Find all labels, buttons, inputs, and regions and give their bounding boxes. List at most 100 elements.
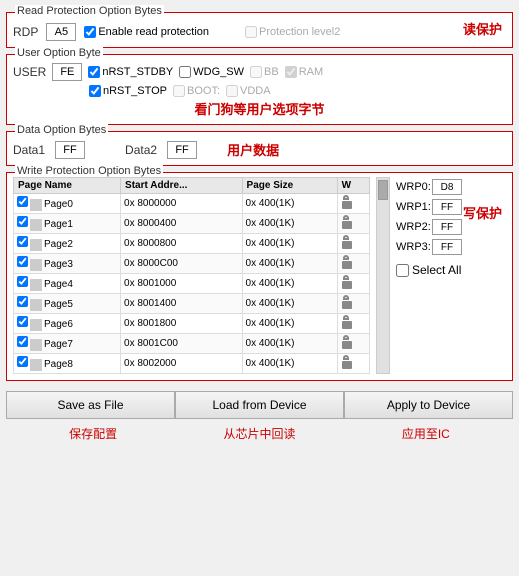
nrst-stdby-checkbox[interactable] [88,66,100,78]
table-cell-page-size: 0x 400(1K) [242,334,337,354]
page-checkbox-5[interactable] [17,296,28,307]
load-from-device-button[interactable]: Load from Device [175,391,344,419]
main-container: Read Protection Option Bytes 读保护 RDP Ena… [0,0,519,448]
read-protection-title: Read Protection Option Bytes [15,5,164,17]
page-checkbox-2[interactable] [17,236,28,247]
page-checkbox-8[interactable] [17,356,28,367]
table-cell-page-name: Page4 [14,274,121,294]
write-protection-group: Write Protection Option Bytes 写保护 Page N… [6,172,513,381]
lock-icon-3 [341,255,353,269]
data1-input[interactable] [55,141,85,159]
wrp3-label: WRP3: [396,241,428,253]
table-cell-w [337,214,369,234]
wdg-sw-checkbox[interactable] [179,66,191,78]
page-icon-4 [30,279,42,291]
table-cell-start-addr: 0x 8001800 [121,314,243,334]
prot-level2-checkbox[interactable] [245,26,257,38]
user-label: USER [13,65,46,79]
table-cell-page-name: Page7 [14,334,121,354]
page-checkbox-4[interactable] [17,276,28,287]
page-icon-8 [30,359,42,371]
table-cell-start-addr: 0x 8002000 [121,354,243,374]
nrst-stdby-label[interactable]: nRST_STDBY [88,66,173,78]
wdg-sw-label[interactable]: WDG_SW [179,66,244,78]
table-cell-w [337,314,369,334]
rdp-input[interactable] [46,23,76,41]
user-option-title: User Option Byte [15,47,103,59]
page-icon-3 [30,259,42,271]
table-cell-page-name: Page2 [14,234,121,254]
boot-label: BOOT: [173,85,220,97]
table-cell-start-addr: 0x 8000400 [121,214,243,234]
lock-icon-6 [341,315,353,329]
page-checkbox-0[interactable] [17,196,28,207]
col-page-size: Page Size [242,178,337,194]
table-cell-page-name: Page8 [14,354,121,374]
vdda-label: VDDA [226,85,271,97]
table-cell-page-name: Page1 [14,214,121,234]
nrst-stop-checkbox[interactable] [89,85,101,97]
wrp1-input[interactable] [432,199,462,215]
table-cell-page-size: 0x 400(1K) [242,214,337,234]
table-cell-page-size: 0x 400(1K) [242,314,337,334]
table-row: Page60x 80018000x 400(1K) [14,314,370,334]
page-checkbox-7[interactable] [17,336,28,347]
boot-checkbox[interactable] [173,85,185,97]
data2-label: Data2 [125,143,157,157]
user-option-chinese: 看门狗等用户选项字节 [194,102,324,117]
data-option-title: Data Option Bytes [15,124,108,136]
select-all-label: Select All [412,263,461,277]
table-cell-w [337,234,369,254]
save-as-file-button[interactable]: Save as File [6,391,175,419]
user-option-chinese-row: 看门狗等用户选项字节 [13,99,506,118]
enable-read-prot-checkbox[interactable] [84,26,96,38]
vdda-text: VDDA [240,85,271,97]
table-cell-page-name: Page5 [14,294,121,314]
select-all-row[interactable]: Select All [396,263,506,277]
vdda-checkbox[interactable] [226,85,238,97]
page-checkbox-6[interactable] [17,316,28,327]
wrp0-input[interactable] [432,179,462,195]
data2-input[interactable] [167,141,197,159]
bb-checkbox[interactable] [250,66,262,78]
table-cell-page-name: Page6 [14,314,121,334]
lock-icon-8 [341,355,353,369]
user-input[interactable] [52,63,82,81]
bb-label: BB [250,66,279,78]
lock-icon-4 [341,275,353,289]
select-all-checkbox[interactable] [396,264,409,277]
table-cell-page-size: 0x 400(1K) [242,254,337,274]
page-icon-2 [30,239,42,251]
table-row: Page30x 8000C000x 400(1K) [14,254,370,274]
page-icon-5 [30,299,42,311]
table-cell-start-addr: 0x 8000000 [121,194,243,214]
table-cell-page-name: Page3 [14,254,121,274]
apply-to-device-button[interactable]: Apply to Device [344,391,513,419]
data-option-group: Data Option Bytes Data1 Data2 用户数据 [6,131,513,166]
apply-annotation: 应用至IC [343,425,509,442]
page-icon-1 [30,219,42,231]
data1-label: Data1 [13,143,45,157]
write-table: Page Name Start Addre... Page Size W Pag… [13,177,370,374]
ram-checkbox[interactable] [285,66,297,78]
nrst-stdby-text: nRST_STDBY [102,66,173,78]
wrp0-label: WRP0: [396,181,428,193]
boot-text: BOOT: [187,85,220,97]
col-start-addr: Start Addre... [121,178,243,194]
write-table-container: Page Name Start Addre... Page Size W Pag… [13,177,370,374]
wrp2-input[interactable] [432,219,462,235]
table-cell-page-size: 0x 400(1K) [242,274,337,294]
table-scrollbar[interactable] [376,177,390,374]
enable-read-prot-label[interactable]: Enable read protection [84,26,209,38]
scroll-thumb[interactable] [378,180,388,200]
page-icon-6 [30,319,42,331]
page-checkbox-1[interactable] [17,216,28,227]
table-cell-start-addr: 0x 8001000 [121,274,243,294]
nrst-stop-text: nRST_STOP [103,85,167,97]
table-row: Page00x 80000000x 400(1K) [14,194,370,214]
read-prot-row: RDP Enable read protection Protection le… [13,23,506,41]
wrp3-input[interactable] [432,239,462,255]
nrst-stop-label[interactable]: nRST_STOP [89,85,167,97]
page-checkbox-3[interactable] [17,256,28,267]
lock-icon-1 [341,215,353,229]
